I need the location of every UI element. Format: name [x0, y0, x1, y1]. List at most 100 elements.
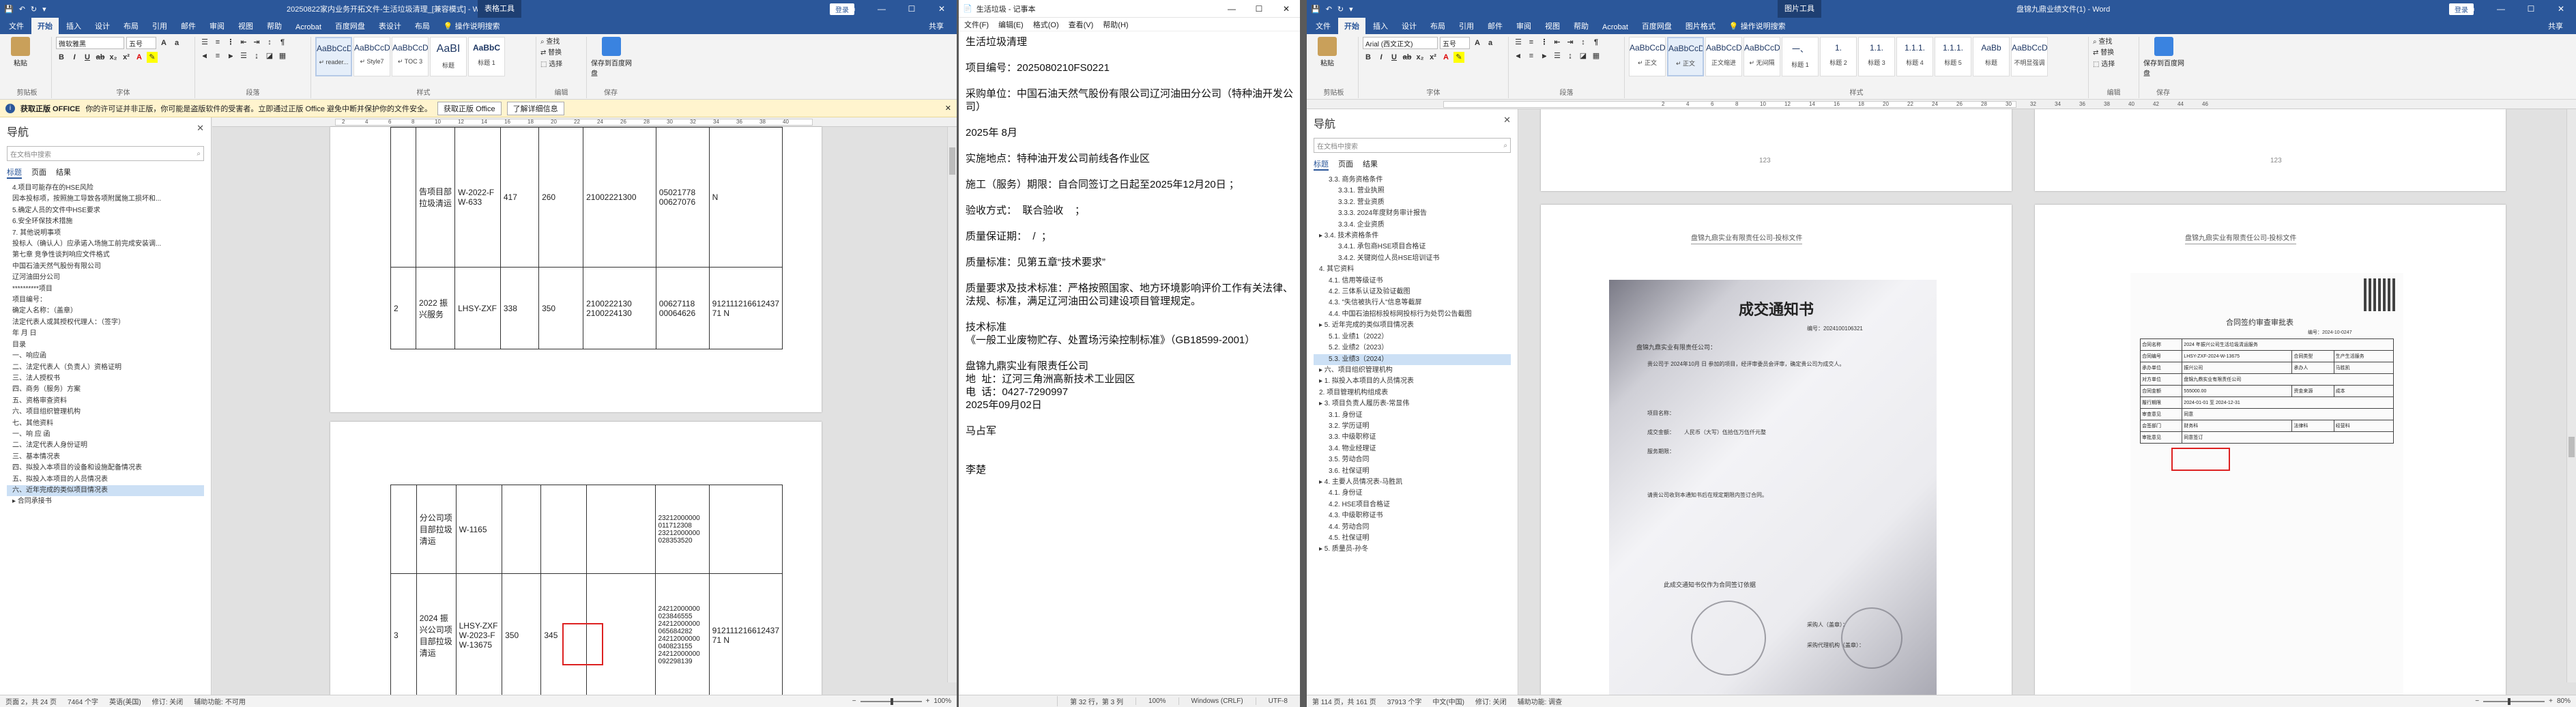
- nav-heading-item[interactable]: 年 月 日: [7, 328, 204, 339]
- search-icon[interactable]: ⌕: [1503, 142, 1507, 149]
- borders-icon[interactable]: ▦: [277, 50, 288, 61]
- table-cell[interactable]: 分公司项目部拉圾清运: [416, 485, 457, 574]
- style-item[interactable]: AaBb 标题: [1973, 37, 2010, 76]
- grow-font-icon[interactable]: A: [158, 38, 169, 48]
- nav-search-input[interactable]: 在文档中搜索 ⌕: [1314, 138, 1511, 153]
- style-item[interactable]: AaBbC 标题 1: [468, 37, 505, 76]
- subscript-icon[interactable]: x₂: [108, 52, 119, 63]
- tab-file[interactable]: 文件: [1309, 18, 1337, 34]
- menu-help[interactable]: 帮助(H): [1103, 19, 1128, 30]
- language[interactable]: 英语(美国): [109, 696, 141, 706]
- nav-heading-item[interactable]: 5.2. 业绩2（2023）: [1314, 343, 1511, 354]
- accessibility[interactable]: 辅助功能: 调查: [1518, 696, 1563, 706]
- nav-heading-item[interactable]: 6.安全环保技术措施: [7, 216, 204, 227]
- justify-icon[interactable]: ☰: [1552, 50, 1563, 61]
- table-cell[interactable]: 2024 振兴公司项目部拉圾清运: [416, 573, 457, 695]
- nav-heading-item[interactable]: 二、法定代表人身份证明: [7, 440, 204, 451]
- tab-picture-format[interactable]: 图片格式: [1679, 18, 1722, 34]
- nav-heading-item[interactable]: 4.3. "失信被执行人"信息等截屏: [1314, 298, 1511, 308]
- table-cell[interactable]: 2: [390, 267, 417, 349]
- accessibility[interactable]: 辅助功能: 不可用: [194, 696, 246, 706]
- replace-button[interactable]: ⇄ 替换: [540, 48, 582, 59]
- nav-heading-item[interactable]: 五、资格审查资料: [7, 396, 204, 407]
- nav-heading-item[interactable]: 法定代表人或其授权代理人：（签字）: [7, 317, 204, 328]
- word-count[interactable]: 37913 个字: [1387, 696, 1422, 706]
- minimize-button[interactable]: —: [867, 0, 897, 18]
- customize-icon[interactable]: ▾: [42, 5, 46, 14]
- page-count[interactable]: 第 114 页，共 161 页: [1312, 696, 1376, 706]
- table-cell[interactable]: 350: [502, 573, 542, 695]
- nav-heading-item[interactable]: 三、法人授权书: [7, 373, 204, 384]
- style-item[interactable]: AaBbCcD ↵ 无间隔: [1743, 37, 1780, 76]
- tab-table-layout[interactable]: 布局: [409, 18, 436, 34]
- nav-heading-item[interactable]: 3.5. 劳动合同: [1314, 454, 1511, 465]
- tab-insert[interactable]: 插入: [1367, 18, 1394, 34]
- tab-references[interactable]: 引用: [146, 18, 173, 34]
- nav-tab-headings[interactable]: 标题: [7, 167, 22, 179]
- bullets-icon[interactable]: ☰: [199, 37, 210, 48]
- line-spacing-icon[interactable]: ↨: [1565, 50, 1576, 61]
- line-spacing-icon[interactable]: ↨: [251, 50, 262, 61]
- nav-heading-item[interactable]: 确定人名称：（盖章）: [7, 306, 204, 317]
- close-nav-icon[interactable]: ✕: [1503, 115, 1511, 126]
- nav-heading-item[interactable]: ▸ 4. 主要人员情况表-马胜凯: [1314, 477, 1511, 488]
- highlight-icon[interactable]: ✎: [1453, 52, 1464, 63]
- nav-heading-item[interactable]: 辽河油田分公司: [7, 272, 204, 283]
- find-button[interactable]: ⌕ 查找: [2093, 37, 2134, 48]
- tab-file[interactable]: 文件: [3, 18, 30, 34]
- table-cell[interactable]: 2100222130 2100224130: [583, 267, 656, 349]
- nav-heading-item[interactable]: 4.4. 劳动合同: [1314, 522, 1511, 533]
- font-color-icon[interactable]: A: [1441, 52, 1451, 63]
- tab-acrobat[interactable]: Acrobat: [1596, 20, 1634, 34]
- nav-heading-item[interactable]: 5.1. 业绩1（2022）: [1314, 332, 1511, 343]
- style-item[interactable]: 1.1.1. 标题 4: [1896, 37, 1933, 76]
- table-cell[interactable]: 417: [500, 127, 540, 268]
- table-cell[interactable]: 05021778 00627076: [655, 127, 710, 268]
- undo-icon[interactable]: ↶: [1326, 5, 1332, 14]
- align-center-icon[interactable]: ≡: [212, 50, 223, 61]
- table-cell[interactable]: LHSY-ZXF W-2023-F W-13675: [455, 573, 503, 695]
- nav-heading-item[interactable]: 因本投标项，按照施工导致各项附属施工损坏和...: [7, 194, 204, 205]
- tab-home[interactable]: 开始: [1338, 18, 1365, 34]
- paste-button[interactable]: 粘贴: [1314, 37, 1341, 68]
- style-item[interactable]: AaBbCcD ↵ 正文: [1629, 37, 1666, 76]
- nav-heading-item[interactable]: 六、近年完成的类似项目情况表: [7, 485, 204, 497]
- tab-layout[interactable]: 布局: [117, 18, 145, 34]
- close-button[interactable]: ✕: [1273, 0, 1300, 18]
- underline-icon[interactable]: U: [82, 52, 93, 63]
- tab-view[interactable]: 视图: [1539, 18, 1566, 34]
- shrink-font-icon[interactable]: a: [171, 38, 182, 48]
- nav-heading-item[interactable]: 七、其他资料: [7, 418, 204, 429]
- nav-heading-item[interactable]: 3.3. 中级职称证: [1314, 432, 1511, 443]
- minimize-button[interactable]: —: [2486, 0, 2516, 18]
- nav-heading-item[interactable]: 五、拟投入本项目的人员情况表: [7, 474, 204, 485]
- customize-icon[interactable]: ▾: [1349, 5, 1353, 14]
- maximize-button[interactable]: ☐: [897, 0, 927, 18]
- tab-home[interactable]: 开始: [31, 18, 59, 34]
- strikethrough-icon[interactable]: ab: [95, 52, 106, 63]
- shading-icon[interactable]: ◪: [264, 50, 275, 61]
- nav-heading-item[interactable]: 3.4.2. 关键岗位人员HSE培训证书: [1314, 253, 1511, 264]
- save-to-baidu-button[interactable]: 保存到百度网盘: [591, 37, 632, 78]
- table-cell[interactable]: 2022 振兴服务: [416, 267, 456, 349]
- numbering-icon[interactable]: ≡: [1526, 37, 1537, 48]
- nav-heading-item[interactable]: ▸ 3.4. 技术资格条件: [1314, 231, 1511, 242]
- menu-format[interactable]: 格式(O): [1033, 19, 1059, 30]
- menu-view[interactable]: 查看(V): [1069, 19, 1094, 30]
- nav-tab-pages[interactable]: 页面: [31, 167, 46, 179]
- zoom-out-icon[interactable]: −: [852, 697, 856, 705]
- nav-heading-item[interactable]: 7. 其他说明事项: [7, 228, 204, 239]
- nav-heading-item[interactable]: ▸ 5. 质量员-孙冬: [1314, 544, 1511, 555]
- table-cell[interactable]: [540, 485, 587, 574]
- track-changes[interactable]: 修订: 关闭: [1475, 696, 1507, 706]
- tab-review[interactable]: 审阅: [203, 18, 231, 34]
- font-color-icon[interactable]: A: [134, 52, 145, 63]
- tab-baidu[interactable]: 百度网盘: [1636, 18, 1678, 34]
- tab-acrobat[interactable]: Acrobat: [289, 20, 328, 34]
- show-marks-icon[interactable]: ¶: [277, 37, 288, 48]
- nav-heading-item[interactable]: 投标人（确认人）应承诺入场施工前完成安装调...: [7, 239, 204, 250]
- maximize-button[interactable]: ☐: [1245, 0, 1273, 18]
- style-item[interactable]: AaBbCcD ↵ TOC 3: [392, 37, 429, 76]
- select-button[interactable]: ⬚ 选择: [540, 59, 582, 70]
- ribbon-display-icon[interactable]: ▭: [2456, 0, 2486, 18]
